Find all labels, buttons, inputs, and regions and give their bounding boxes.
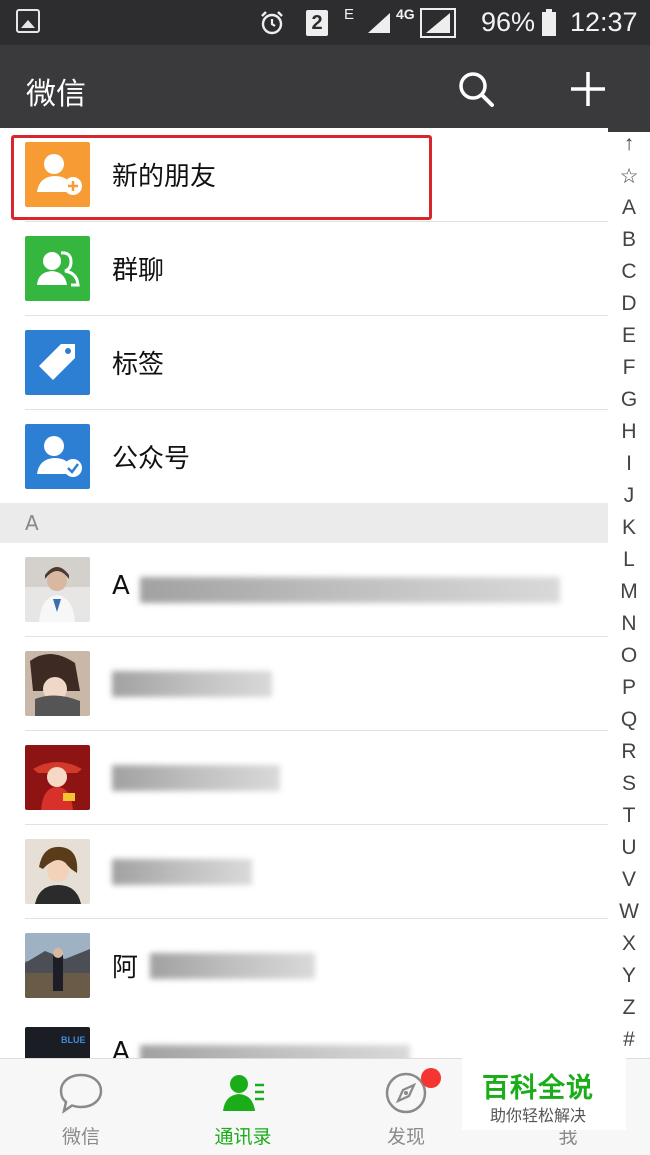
signal-icon — [366, 0, 392, 45]
avatar — [25, 839, 90, 904]
network-4g-label: 4G — [396, 5, 415, 22]
contact-name: A — [112, 1037, 130, 1058]
index-letter[interactable]: H — [612, 420, 646, 452]
index-letter[interactable]: R — [612, 740, 646, 772]
titlebar: 微信 — [0, 45, 650, 132]
index-letter[interactable]: I — [612, 452, 646, 484]
blurred-name — [140, 1045, 410, 1058]
index-letter[interactable]: N — [612, 612, 646, 644]
index-letter[interactable]: X — [612, 932, 646, 964]
index-letter[interactable]: A — [612, 196, 646, 228]
blurred-name — [112, 859, 252, 885]
svg-text:BLUE: BLUE — [61, 1035, 86, 1045]
signal-icon-2 — [420, 0, 456, 45]
contact-row[interactable]: BLUE A — [0, 1013, 608, 1058]
index-letter[interactable]: K — [612, 516, 646, 548]
contact-row[interactable] — [0, 731, 608, 825]
index-letter[interactable]: Z — [612, 996, 646, 1028]
contact-row[interactable] — [0, 637, 608, 731]
clock: 12:37 — [570, 7, 638, 37]
index-letter[interactable]: O — [612, 644, 646, 676]
avatar — [25, 745, 90, 810]
chat-bubble-icon — [59, 1071, 103, 1115]
index-letter[interactable]: Q — [612, 708, 646, 740]
section-header: A — [0, 503, 608, 543]
index-letter[interactable]: ☆ — [612, 164, 646, 196]
contact-name: 阿 — [112, 953, 139, 983]
alphabet-index[interactable]: ↑ ☆ A B C D E F G H I J K L M N O P Q R S T U V W X Y Z # — [612, 132, 646, 1060]
blurred-name — [140, 577, 560, 603]
blurred-name — [112, 671, 272, 697]
index-letter[interactable]: P — [612, 676, 646, 708]
index-letter[interactable]: E — [612, 324, 646, 356]
blurred-name — [150, 953, 315, 979]
index-letter[interactable]: C — [612, 260, 646, 292]
search-icon[interactable] — [456, 69, 496, 109]
contact-row[interactable]: A — [0, 543, 608, 637]
blurred-name — [112, 765, 280, 791]
index-letter[interactable]: # — [612, 1028, 646, 1060]
index-letter[interactable]: D — [612, 292, 646, 324]
highlight-box — [11, 135, 432, 220]
contact-row[interactable] — [0, 825, 608, 919]
index-letter[interactable]: S — [612, 772, 646, 804]
avatar — [25, 557, 90, 622]
index-letter[interactable]: F — [612, 356, 646, 388]
tab-contacts[interactable]: 通讯录 — [162, 1059, 324, 1155]
contact-row[interactable]: 阿 — [0, 919, 608, 1013]
watermark-logo: 百科全说 助你轻松解决 — [462, 1058, 626, 1130]
network-e-label: E — [344, 6, 355, 23]
tag-icon — [25, 330, 90, 395]
index-letter[interactable]: J — [612, 484, 646, 516]
notification-dot — [421, 1068, 441, 1088]
index-letter[interactable]: L — [612, 548, 646, 580]
battery-percent: 96% — [481, 7, 536, 37]
watermark-subtitle: 助你轻松解决 — [490, 1106, 587, 1125]
status-bar: 2 E 4G 96% 12:37 — [0, 0, 650, 45]
tab-label: 微信 — [61, 1126, 100, 1148]
avatar — [25, 933, 90, 998]
list-item-official-accounts[interactable]: 公众号 — [0, 410, 608, 504]
plus-icon[interactable] — [568, 69, 608, 109]
list-item-group-chat[interactable]: 群聊 — [0, 222, 608, 316]
index-letter[interactable]: W — [612, 900, 646, 932]
page-title: 微信 — [26, 77, 86, 112]
index-letter[interactable]: T — [612, 804, 646, 836]
contact-name: A — [112, 571, 130, 601]
index-letter[interactable]: Y — [612, 964, 646, 996]
list-item-tags[interactable]: 标签 — [0, 316, 608, 410]
index-letter[interactable]: G — [612, 388, 646, 420]
battery-icon — [541, 0, 557, 45]
contacts-icon — [221, 1071, 265, 1115]
section-letter: A — [25, 511, 39, 535]
official-account-icon — [25, 424, 90, 489]
sim-badge: 2 — [306, 0, 328, 45]
list-item-label: 群聊 — [112, 256, 165, 286]
index-letter[interactable]: B — [612, 228, 646, 260]
avatar — [25, 651, 90, 716]
index-letter[interactable]: M — [612, 580, 646, 612]
index-letter[interactable]: V — [612, 868, 646, 900]
avatar: BLUE — [25, 1027, 90, 1058]
index-letter[interactable]: ↑ — [612, 132, 646, 164]
index-letter[interactable]: U — [612, 836, 646, 868]
alarm-icon — [259, 0, 285, 45]
list-item-label: 公众号 — [112, 444, 191, 474]
tab-chats[interactable]: 微信 — [0, 1059, 162, 1155]
gallery-notification-icon — [16, 9, 40, 33]
list-item-label: 标签 — [112, 350, 165, 380]
tab-label: 通讯录 — [214, 1126, 272, 1148]
group-chat-icon — [25, 236, 90, 301]
watermark-title: 百科全说 — [482, 1073, 594, 1104]
